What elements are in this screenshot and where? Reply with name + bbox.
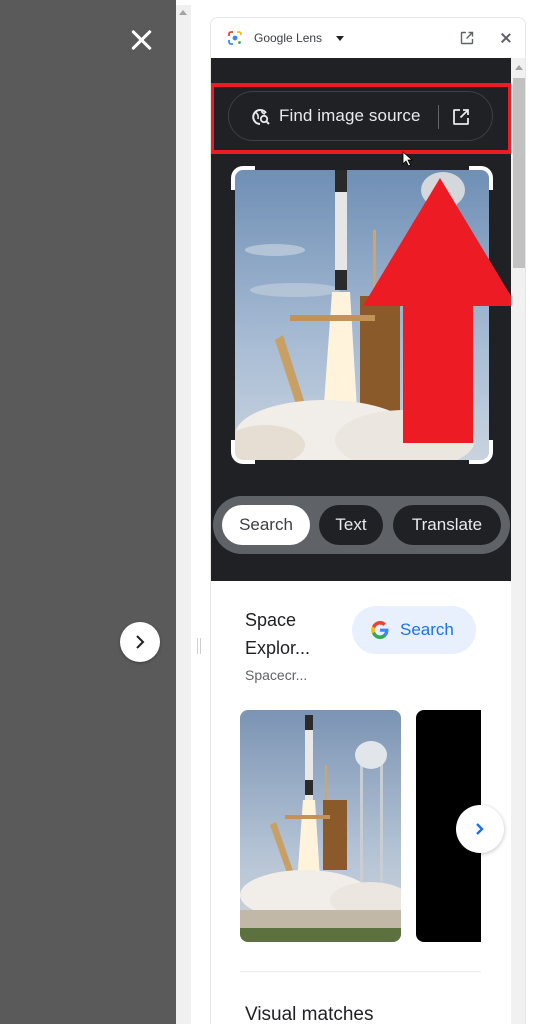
chevron-right-icon — [476, 823, 484, 835]
scrollbar-thumb[interactable] — [513, 78, 525, 268]
chevron-right-icon — [136, 635, 145, 649]
crop-handle-bottom-left[interactable] — [231, 440, 255, 464]
google-search-button[interactable]: Search — [352, 606, 476, 654]
panel-title: Google Lens — [254, 31, 323, 45]
google-search-label: Search — [400, 620, 454, 639]
google-lens-side-panel: Google Lens Find image source Search Tex… — [210, 17, 526, 1024]
scroll-up-arrow-icon[interactable] — [515, 65, 523, 70]
result-title-line-1: Space — [245, 610, 297, 630]
carousel-next-button[interactable] — [456, 805, 504, 853]
dimmed-page-overlay — [0, 0, 176, 1024]
visual-matches-heading: Visual matches — [245, 1004, 374, 1024]
google-lens-icon — [228, 31, 242, 45]
tab-text[interactable]: Text — [319, 505, 383, 545]
lens-image-viewer: Find image source Search Text Translate — [211, 58, 517, 581]
crop-handle-bottom-right[interactable] — [469, 440, 493, 464]
annotation-arrow-up-icon — [363, 178, 517, 443]
result-subtitle: Spacecr... — [245, 667, 308, 683]
result-title-line-2: Explor... — [245, 638, 311, 658]
panel-scrollbar[interactable] — [511, 58, 525, 1024]
close-icon[interactable] — [499, 31, 513, 45]
caret-down-icon[interactable] — [336, 36, 344, 41]
divider — [240, 971, 481, 972]
result-title[interactable]: Space Explor... — [245, 606, 335, 662]
close-icon[interactable] — [128, 26, 156, 54]
next-button[interactable] — [120, 622, 160, 662]
open-in-new-icon[interactable] — [459, 30, 475, 46]
panel-header: Google Lens — [211, 18, 525, 58]
lens-mode-tabs: Search Text Translate — [213, 496, 510, 554]
mouse-cursor-icon — [402, 151, 414, 167]
result-image-thumbnail[interactable] — [240, 710, 401, 942]
tab-search[interactable]: Search — [222, 505, 310, 545]
scroll-up-arrow-icon[interactable] — [179, 10, 187, 15]
tab-translate[interactable]: Translate — [393, 505, 501, 545]
screen: Google Lens Find image source Search Tex… — [0, 0, 543, 1024]
panel-resize-handle[interactable] — [197, 638, 203, 654]
crop-handle-top-left[interactable] — [231, 166, 255, 190]
annotation-highlight-box — [211, 83, 512, 154]
page-scrollbar[interactable] — [176, 5, 191, 1024]
google-g-icon — [371, 621, 389, 639]
